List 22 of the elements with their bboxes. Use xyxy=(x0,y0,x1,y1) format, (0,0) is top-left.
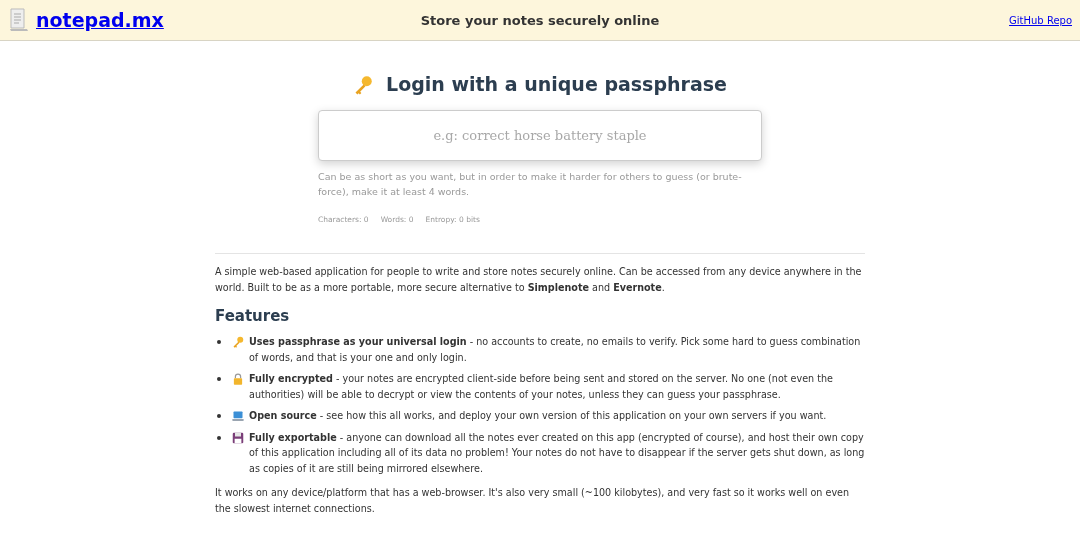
outro-paragraph: It works on any device/platform that has a web-browser. It's also very small (~100 kilobytes), and very fast so it works well on even the slowest internet connections. xyxy=(215,486,851,516)
feature-text: Uses passphrase as your universal login - no accounts to create, no emails to verify. Pick some hard to guess combination of words, and that is your one and only login. xyxy=(249,335,862,365)
laptop-icon xyxy=(232,410,244,422)
key-icon xyxy=(232,336,244,348)
github-repo-link[interactable]: GitHub Repo xyxy=(1009,14,1072,26)
intro-paragraph: A simple web-based application for people to write and store notes securely online. Can be accessed from any device anywhere in the world. Built to be as a more portable, more secure alternative to Simplenote and Evernote. xyxy=(215,265,863,295)
login-title: Login with a unique passphrase xyxy=(386,73,727,95)
bullet-icon xyxy=(217,377,221,381)
key-icon xyxy=(353,75,374,95)
bullet-icon xyxy=(217,414,221,418)
lock-icon xyxy=(232,373,244,385)
tagline: Store your notes securely online xyxy=(420,12,660,28)
document-icon xyxy=(8,8,30,32)
bullet-icon xyxy=(217,340,221,344)
bullet-icon xyxy=(217,435,221,440)
features-heading: Features xyxy=(215,307,291,325)
feature-text: Fully encrypted - your notes are encrypted client-side before being sent and stored on the server. No one (not even the authorities) will be able to decrypt or view the contents of your notes, unless they can guess your passphrase. xyxy=(249,372,834,402)
passphrase-hint: Can be as short as you want, but in order to make it harder for others to guess (or brute-force), make it at least 4 words. xyxy=(318,170,743,199)
feature-text: Open source - see how this all works, and deploy your own version of this application on your own servers if you want. xyxy=(249,409,828,423)
passphrase-input-field[interactable]: e.g: correct horse battery staple xyxy=(318,110,762,161)
feature-text: Fully exportable - anyone can download all the notes ever created on this app (encrypted of course), and host their own copy of this application including all of its data no problem! Your notes do not have to disappear if the server gets shut down, as long as copies of it are still being mirrored elsewhere. xyxy=(249,430,865,476)
site-logo-link[interactable]: notepad.mx xyxy=(36,9,164,31)
